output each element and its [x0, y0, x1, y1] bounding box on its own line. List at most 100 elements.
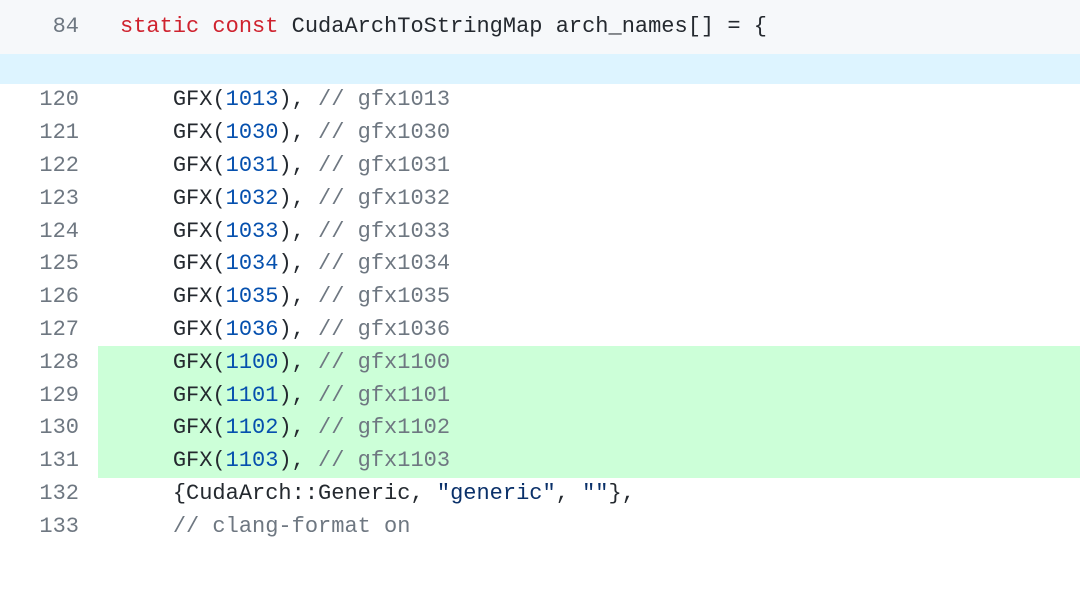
paren-open: ( [212, 122, 225, 144]
trailing-comma: , [292, 89, 305, 111]
number-literal: 1100 [226, 352, 279, 374]
paren-close: ) [278, 450, 291, 472]
paren-close: ) [278, 352, 291, 374]
code-row-added: 131 GFX(1103), // gfx1103 [0, 445, 1080, 478]
number-literal: 1031 [226, 155, 279, 177]
namespace: CudaArch [186, 483, 292, 505]
hunk-gutter [0, 54, 98, 84]
paren-close: ) [278, 286, 291, 308]
trailing-comma: , [292, 122, 305, 144]
paren-open: ( [212, 253, 225, 275]
string-literal: "" [582, 483, 608, 505]
macro-call: GFX [173, 253, 213, 275]
paren-open: ( [212, 89, 225, 111]
type-name: CudaArchToStringMap [292, 16, 543, 38]
macro-call: GFX [173, 319, 213, 341]
comment: // gfx1033 [318, 221, 450, 243]
paren-open: ( [212, 352, 225, 374]
enum-member: Generic [318, 483, 410, 505]
macro-call: GFX [173, 417, 213, 439]
hunk-content [98, 54, 1080, 84]
paren-open: ( [212, 417, 225, 439]
code-row: 133 // clang-format on [0, 510, 1080, 543]
comment: // gfx1102 [318, 417, 450, 439]
number-literal: 1103 [226, 450, 279, 472]
brackets: [] [688, 16, 714, 38]
macro-call: GFX [173, 155, 213, 177]
paren-close: ) [278, 319, 291, 341]
line-number: 123 [0, 182, 98, 215]
macro-call: GFX [173, 352, 213, 374]
code-content: static const CudaArchToStringMap arch_na… [98, 0, 1080, 54]
code-row: 121 GFX(1030), // gfx1030 [0, 117, 1080, 150]
brace-open: { [173, 483, 186, 505]
code-row: 126 GFX(1035), // gfx1035 [0, 281, 1080, 314]
line-number: 125 [0, 248, 98, 281]
trailing-comma: , [292, 286, 305, 308]
comment: // gfx1031 [318, 155, 450, 177]
number-literal: 1013 [226, 89, 279, 111]
paren-close: ) [278, 89, 291, 111]
comment: // gfx1035 [318, 286, 450, 308]
assign-open: = { [714, 16, 767, 38]
macro-call: GFX [173, 221, 213, 243]
brace-close: }, [609, 483, 635, 505]
code-body: 120 GFX(1013), // gfx1013121 GFX(1030), … [0, 84, 1080, 478]
macro-call: GFX [173, 450, 213, 472]
code-row: 132 {CudaArch::Generic, "generic", ""}, [0, 478, 1080, 511]
comment: // gfx1036 [318, 319, 450, 341]
paren-open: ( [212, 450, 225, 472]
code-content: GFX(1103), // gfx1103 [98, 445, 1080, 478]
paren-close: ) [278, 221, 291, 243]
paren-open: ( [212, 319, 225, 341]
line-number: 124 [0, 215, 98, 248]
line-number: 84 [0, 0, 98, 54]
code-content: GFX(1013), // gfx1013 [98, 84, 1080, 117]
code-row: 127 GFX(1036), // gfx1036 [0, 314, 1080, 347]
number-literal: 1102 [226, 417, 279, 439]
macro-call: GFX [173, 89, 213, 111]
code-content: GFX(1034), // gfx1034 [98, 248, 1080, 281]
paren-open: ( [212, 155, 225, 177]
line-number: 131 [0, 445, 98, 478]
paren-close: ) [278, 122, 291, 144]
comment: // clang-format on [173, 516, 411, 538]
number-literal: 1030 [226, 122, 279, 144]
code-row: 124 GFX(1033), // gfx1033 [0, 215, 1080, 248]
code-content: GFX(1032), // gfx1032 [98, 182, 1080, 215]
line-number: 121 [0, 117, 98, 150]
line-number: 126 [0, 281, 98, 314]
comment: // gfx1101 [318, 385, 450, 407]
paren-close: ) [278, 253, 291, 275]
trailing-comma: , [292, 417, 305, 439]
line-number: 133 [0, 510, 98, 543]
line-number: 132 [0, 478, 98, 511]
number-literal: 1034 [226, 253, 279, 275]
code-row-header: 84 static const CudaArchToStringMap arch… [0, 0, 1080, 54]
trailing-comma: , [292, 188, 305, 210]
code-content: GFX(1031), // gfx1031 [98, 150, 1080, 183]
paren-open: ( [212, 286, 225, 308]
hunk-collapsed[interactable] [0, 54, 1080, 84]
macro-call: GFX [173, 286, 213, 308]
trailing-comma: , [292, 253, 305, 275]
code-content: GFX(1100), // gfx1100 [98, 346, 1080, 379]
code-content: GFX(1033), // gfx1033 [98, 215, 1080, 248]
comment: // gfx1030 [318, 122, 450, 144]
code-row: 122 GFX(1031), // gfx1031 [0, 150, 1080, 183]
paren-close: ) [278, 417, 291, 439]
trailing-comma: , [292, 221, 305, 243]
code-row: 120 GFX(1013), // gfx1013 [0, 84, 1080, 117]
code-row-added: 130 GFX(1102), // gfx1102 [0, 412, 1080, 445]
comment: // gfx1034 [318, 253, 450, 275]
comma: , [556, 483, 582, 505]
paren-open: ( [212, 221, 225, 243]
scope-op: :: [292, 483, 318, 505]
trailing-comma: , [292, 319, 305, 341]
trailing-comma: , [292, 155, 305, 177]
code-content: GFX(1035), // gfx1035 [98, 281, 1080, 314]
paren-open: ( [212, 188, 225, 210]
macro-call: GFX [173, 385, 213, 407]
line-number: 129 [0, 379, 98, 412]
code-content: GFX(1036), // gfx1036 [98, 314, 1080, 347]
